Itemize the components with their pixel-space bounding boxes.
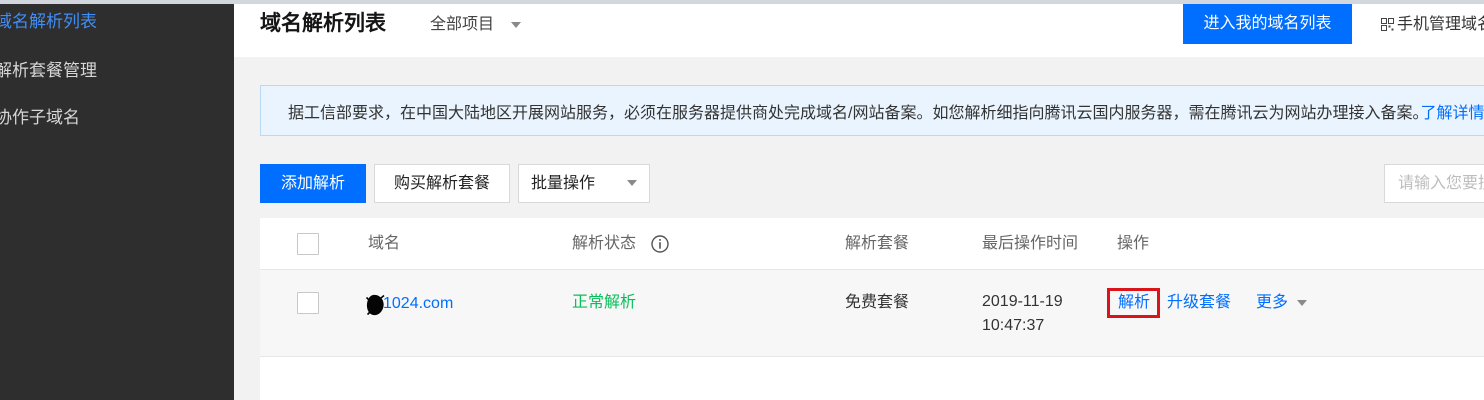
- project-filter-value: 全部项目: [430, 16, 495, 33]
- enter-domain-list-button[interactable]: 进入我的域名列表: [1183, 4, 1352, 44]
- mobile-manage-link[interactable]: 手机管理域名: [1381, 12, 1484, 38]
- table-header-row: 域名 解析状态 解析套餐 最后操作时间 操作: [260, 218, 1484, 270]
- top-strip: [0, 0, 1484, 4]
- column-header-actions: 操作: [1117, 235, 1150, 252]
- more-actions-link[interactable]: 更多: [1256, 291, 1288, 315]
- batch-operations-label: 批量操作: [531, 175, 596, 192]
- sidebar-item-label: 协作子域名: [0, 108, 80, 127]
- sidebar-item-domain-list[interactable]: 域名解析列表: [0, 7, 234, 37]
- status-badge: 正常解析: [572, 294, 637, 311]
- last-modified-time: 10:47:37: [982, 317, 1045, 334]
- project-filter-select[interactable]: 全部项目: [430, 13, 525, 37]
- sidebar-item-collab-subdomain[interactable]: 协作子域名: [0, 103, 234, 133]
- caret-down-icon[interactable]: [1297, 300, 1307, 306]
- mobile-manage-label: 手机管理域名: [1397, 16, 1484, 33]
- page-header: 域名解析列表 全部项目 进入我的域名列表 手机管理域名: [234, 4, 1484, 57]
- notice-banner: 据工信部要求，在中国大陆地区开展网站服务，必须在服务器提供商处完成域名/网站备案…: [260, 85, 1484, 136]
- domain-table: 域名 解析状态 解析套餐 最后操作时间 操作 1024.com 正常解析 免费套…: [260, 218, 1484, 400]
- resolve-action-link[interactable]: 解析: [1118, 291, 1150, 315]
- qr-code-icon: [1381, 18, 1394, 31]
- notice-text: 据工信部要求，在中国大陆地区开展网站服务，必须在服务器提供商处完成域名/网站备案…: [288, 104, 1421, 122]
- row-checkbox[interactable]: [297, 292, 319, 314]
- sidebar-item-label: 域名解析列表: [0, 12, 97, 31]
- sidebar-item-package-management[interactable]: 解析套餐管理: [0, 56, 234, 86]
- domain-search-input[interactable]: [1384, 164, 1484, 203]
- upgrade-package-link[interactable]: 升级套餐: [1167, 291, 1231, 315]
- package-name: 免费套餐: [845, 294, 910, 311]
- column-header-last-modified[interactable]: 最后操作时间: [982, 232, 1078, 256]
- domain-link[interactable]: 1024.com: [383, 292, 453, 316]
- caret-down-icon: [511, 22, 521, 28]
- last-modified-date: 2019-11-19: [982, 293, 1063, 310]
- add-record-button[interactable]: 添加解析: [260, 164, 366, 203]
- select-all-checkbox[interactable]: [297, 233, 319, 255]
- column-header-package[interactable]: 解析套餐: [845, 232, 909, 256]
- table-row: 1024.com 正常解析 免费套餐 2019-11-19 10:47:37 解…: [260, 270, 1484, 357]
- batch-operations-select[interactable]: 批量操作: [518, 164, 650, 203]
- column-header-status[interactable]: 解析状态: [572, 232, 636, 256]
- caret-down-icon: [627, 180, 637, 186]
- column-header-domain[interactable]: 域名: [368, 232, 400, 256]
- sidebar-item-label: 解析套餐管理: [0, 61, 97, 80]
- notice-learn-more-link[interactable]: 了解详情: [1420, 99, 1484, 123]
- buy-package-button[interactable]: 购买解析套餐: [374, 164, 510, 203]
- info-icon[interactable]: [651, 235, 669, 253]
- page-title: 域名解析列表: [260, 12, 386, 35]
- sidebar: 域名解析列表 解析套餐管理 协作子域名: [0, 0, 234, 400]
